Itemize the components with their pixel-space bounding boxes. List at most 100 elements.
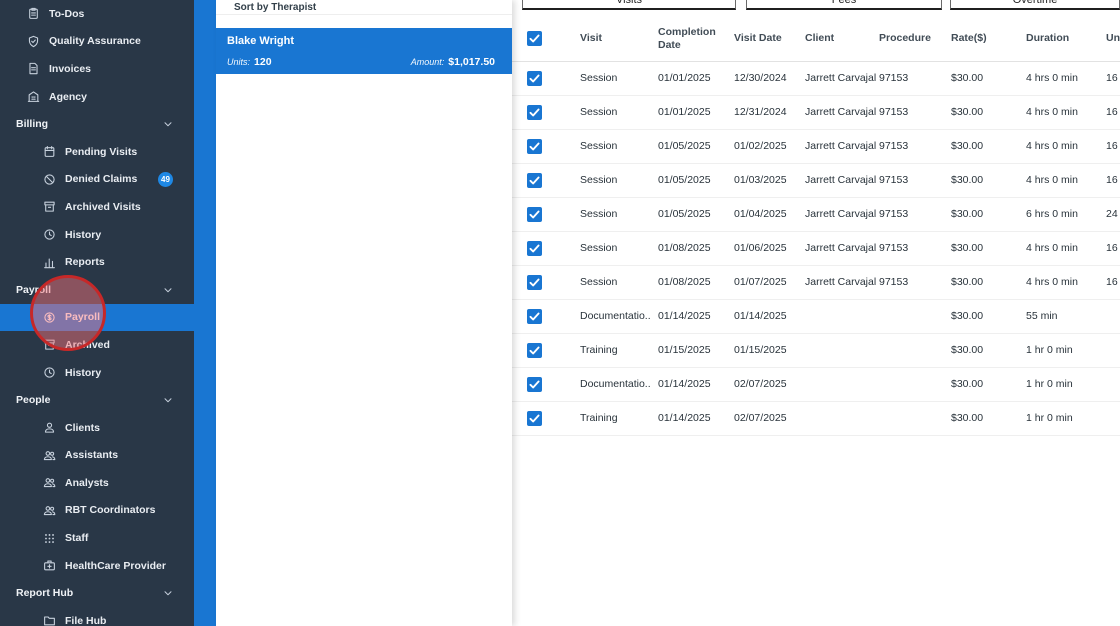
tab-visits[interactable]: Visits <box>522 0 736 10</box>
row-select-cell <box>512 333 556 367</box>
row-checkbox[interactable] <box>527 241 542 256</box>
medical-case-icon <box>43 559 56 572</box>
document-icon <box>27 62 40 75</box>
section-label: Payroll <box>16 284 51 296</box>
amount-value: $1,017.50 <box>448 56 495 68</box>
people-icon <box>43 504 56 517</box>
cell-visit-date: 12/30/2024 <box>726 61 796 95</box>
nav-item-label: Invoices <box>49 63 91 75</box>
tab-overtime[interactable]: Overtime <box>950 0 1120 10</box>
cell-duration: 1 hr 0 min <box>1014 401 1096 435</box>
clock-icon <box>43 366 56 379</box>
sidebar-section-payroll[interactable]: Payroll <box>0 276 194 304</box>
cell-visit-date: 12/31/2024 <box>726 95 796 129</box>
sidebar-section-billing[interactable]: Billing <box>0 110 194 138</box>
chevron-down-icon <box>162 394 174 406</box>
sidebar-item-to-dos[interactable]: To-Dos <box>0 0 194 28</box>
sort-by-therapist-label[interactable]: Sort by Therapist <box>216 0 512 15</box>
sidebar-item-analysts[interactable]: Analysts <box>0 469 194 497</box>
visits-main: Visits Fees Overtime VisitCompletion Dat… <box>512 0 1120 626</box>
dollar-circle-icon <box>43 311 56 324</box>
row-checkbox[interactable] <box>527 105 542 120</box>
cell-completion-date: 01/01/2025 <box>650 61 726 95</box>
sidebar-item-history[interactable]: History <box>0 359 194 387</box>
cell-units: 16 <box>1096 61 1120 95</box>
sidebar-section-report-hub[interactable]: Report Hub <box>0 579 194 607</box>
select-all-checkbox[interactable] <box>527 31 542 46</box>
sidebar-item-archived-visits[interactable]: Archived Visits <box>0 193 194 221</box>
cell-procedure: 97153 <box>876 163 944 197</box>
sidebar-item-denied-claims[interactable]: Denied Claims49 <box>0 166 194 194</box>
cell-procedure <box>876 367 944 401</box>
row-checkbox[interactable] <box>527 207 542 222</box>
cell-visit: Session <box>556 61 650 95</box>
nav-item-label: Payroll <box>65 311 100 323</box>
sidebar-item-history[interactable]: History <box>0 221 194 249</box>
cell-units <box>1096 367 1120 401</box>
table-row: Session01/01/202512/30/2024Jarrett Carva… <box>512 61 1120 95</box>
sidebar-nav: To-Dos Quality Assurance Invoices Agency Bil… <box>0 0 194 626</box>
sidebar-item-file-hub[interactable]: File Hub <box>0 607 194 626</box>
therapist-card[interactable]: Blake Wright Units:120 Amount:$1,017.50 <box>216 28 512 74</box>
sidebar-section-people[interactable]: People <box>0 386 194 414</box>
row-checkbox[interactable] <box>527 309 542 324</box>
cell-rate: $30.00 <box>944 163 1014 197</box>
row-select-cell <box>512 197 556 231</box>
sidebar-item-pending-visits[interactable]: Pending Visits <box>0 138 194 166</box>
column-header-visit: Visit <box>556 17 650 61</box>
cell-rate: $30.00 <box>944 95 1014 129</box>
cell-visit-date: 01/07/2025 <box>726 265 796 299</box>
cell-visit-date: 01/02/2025 <box>726 129 796 163</box>
cell-procedure: 97153 <box>876 197 944 231</box>
cell-visit-date: 02/07/2025 <box>726 367 796 401</box>
row-select-cell <box>512 367 556 401</box>
cell-completion-date: 01/01/2025 <box>650 95 726 129</box>
sidebar-item-clients[interactable]: Clients <box>0 414 194 442</box>
row-select-cell <box>512 265 556 299</box>
row-checkbox[interactable] <box>527 139 542 154</box>
cell-procedure: 97153 <box>876 95 944 129</box>
select-all-header <box>512 17 556 61</box>
row-checkbox[interactable] <box>527 71 542 86</box>
cell-completion-date: 01/08/2025 <box>650 265 726 299</box>
table-row: Training01/15/202501/15/2025$30.001 hr 0… <box>512 333 1120 367</box>
column-header-visit-date: Visit Date <box>726 17 796 61</box>
row-checkbox[interactable] <box>527 275 542 290</box>
table-row: Session01/05/202501/04/2025Jarrett Carva… <box>512 197 1120 231</box>
cell-completion-date: 01/14/2025 <box>650 367 726 401</box>
sidebar-item-payroll[interactable]: Payroll <box>0 304 194 332</box>
cell-units: 16 <box>1096 265 1120 299</box>
row-select-cell <box>512 95 556 129</box>
sidebar-item-healthcare-provider[interactable]: HealthCare Provider <box>0 552 194 580</box>
cell-client: Jarrett Carvajal <box>796 231 876 265</box>
nav-item-label: History <box>65 229 101 241</box>
column-header-completion-date: Completion Date <box>650 17 726 61</box>
sidebar-item-quality-assurance[interactable]: Quality Assurance <box>0 28 194 56</box>
tab-fees[interactable]: Fees <box>746 0 942 10</box>
people-icon <box>43 449 56 462</box>
row-checkbox[interactable] <box>527 377 542 392</box>
archive-icon <box>43 338 56 351</box>
nav-item-label: Reports <box>65 256 105 268</box>
sidebar-item-reports[interactable]: Reports <box>0 248 194 276</box>
sidebar-item-invoices[interactable]: Invoices <box>0 55 194 83</box>
archive-icon <box>43 200 56 213</box>
row-checkbox[interactable] <box>527 173 542 188</box>
cell-visit: Session <box>556 163 650 197</box>
sidebar-item-rbt-coordinators[interactable]: RBT Coordinators <box>0 497 194 525</box>
row-checkbox[interactable] <box>527 343 542 358</box>
sidebar-item-agency[interactable]: Agency <box>0 83 194 111</box>
cell-visit: Session <box>556 95 650 129</box>
nav-item-label: HealthCare Provider <box>65 560 166 572</box>
row-checkbox[interactable] <box>527 411 542 426</box>
sidebar-item-assistants[interactable]: Assistants <box>0 442 194 470</box>
clock-icon <box>43 228 56 241</box>
nav-item-label: RBT Coordinators <box>65 504 155 516</box>
nav-item-label: Quality Assurance <box>49 35 141 47</box>
sidebar-item-archived[interactable]: Archived <box>0 331 194 359</box>
nav-item-label: To-Dos <box>49 8 84 20</box>
cell-duration: 4 hrs 0 min <box>1014 61 1096 95</box>
nav-item-label: Agency <box>49 91 87 103</box>
sidebar-item-staff[interactable]: Staff <box>0 524 194 552</box>
cell-completion-date: 01/14/2025 <box>650 299 726 333</box>
